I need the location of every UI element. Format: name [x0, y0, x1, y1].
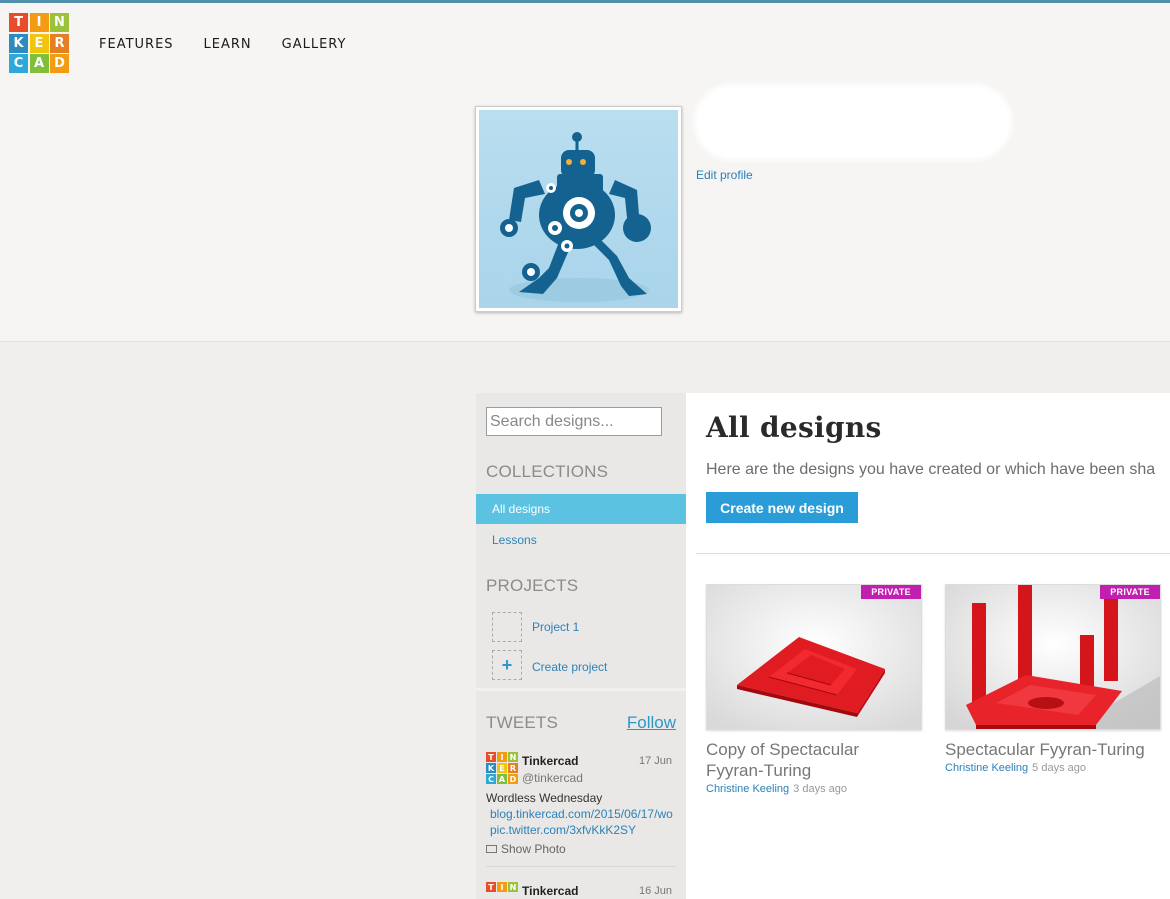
collection-lessons[interactable]: Lessons — [476, 525, 686, 555]
divider — [696, 553, 1170, 554]
design-title-line: Copy of Spectacular — [706, 740, 860, 759]
tweet-avatar-logo: TIN KER CAD — [486, 752, 518, 784]
create-project-button[interactable]: + Create project — [492, 650, 607, 680]
project-label: Project 1 — [532, 620, 580, 634]
logo-letter: K — [9, 33, 28, 53]
tweet-pic-link[interactable]: pic.twitter.com/3xfvKkK2SY — [490, 823, 636, 837]
collections-title: COLLECTIONS — [486, 462, 609, 481]
page-description: Here are the designs you have created or… — [706, 461, 1156, 478]
author-link[interactable]: Christine Keeling — [945, 762, 1028, 774]
sidebar: COLLECTIONS All designs Lessons PROJECTS… — [476, 393, 686, 899]
design-age: 3 days ago — [793, 783, 847, 795]
create-new-design-button[interactable]: Create new design — [706, 492, 858, 523]
design-title[interactable]: Spectacular Fyyran-Turing — [945, 739, 1145, 760]
project-item[interactable]: Project 1 — [492, 612, 579, 642]
tinkercad-logo[interactable]: T I N K E R C A D — [9, 13, 69, 73]
nav-learn[interactable]: LEARN — [204, 37, 252, 52]
profile-name-blurred — [694, 84, 1012, 160]
profile-avatar[interactable] — [475, 106, 682, 312]
page-title: All designs — [706, 411, 882, 444]
show-photo-button[interactable]: Show Photo — [486, 842, 566, 856]
logo-letter: C — [9, 54, 28, 73]
private-badge: PRIVATE — [861, 585, 921, 599]
design-age: 5 days ago — [1032, 762, 1086, 774]
logo-letter: E — [29, 33, 49, 53]
tweet-author[interactable]: Tinkercad — [522, 884, 578, 898]
tweet-text: Wordless Wednesday — [486, 791, 603, 805]
private-badge: PRIVATE — [1100, 585, 1160, 599]
logo-letter: R — [50, 33, 69, 53]
design-title[interactable]: Copy of Spectacular Fyyran-Turing — [706, 739, 859, 781]
design-thumbnail — [946, 585, 1160, 729]
nav-gallery[interactable]: GALLERY — [282, 37, 347, 52]
logo-letter: T — [9, 13, 28, 32]
robot-avatar-image — [479, 110, 678, 308]
show-photo-label: Show Photo — [501, 842, 566, 856]
edit-profile-link[interactable]: Edit profile — [696, 168, 753, 182]
tweet-date: 16 Jun — [638, 885, 672, 897]
design-thumbnail — [707, 585, 921, 729]
design-card[interactable]: PRIVATE — [706, 584, 922, 730]
tweet-divider — [486, 866, 676, 867]
design-meta: Christine Keeling 5 days ago — [945, 762, 1086, 774]
designs-panel: All designs Here are the designs you hav… — [686, 393, 1170, 899]
logo-letter: I — [29, 13, 49, 32]
logo-letter: A — [29, 54, 49, 73]
create-project-label: Create project — [532, 660, 608, 674]
tweet-avatar-logo: TIN — [486, 882, 518, 899]
design-card[interactable]: PRIVATE — [945, 584, 1161, 730]
design-title-line: Fyyran-Turing — [706, 761, 812, 780]
design-meta: Christine Keeling 3 days ago — [706, 783, 847, 795]
tweet-date: 17 Jun — [638, 755, 672, 767]
search-designs-input[interactable] — [486, 407, 662, 436]
project-folder-icon — [492, 612, 522, 642]
photo-icon — [486, 845, 497, 853]
collection-all-designs[interactable]: All designs — [476, 494, 686, 524]
robot-icon — [500, 132, 651, 302]
tweets-section: TWEETS Follow TIN KER CAD Tinkercad @tin… — [476, 688, 686, 899]
plus-icon: + — [492, 650, 522, 680]
tweet-handle: @tinkercad — [522, 771, 583, 785]
logo-letter: D — [50, 54, 69, 73]
nav-features[interactable]: FEATURES — [99, 37, 174, 52]
tweet-link[interactable]: blog.tinkercad.com/2015/06/17/wo — [490, 807, 673, 821]
tweet-author[interactable]: Tinkercad — [522, 754, 578, 768]
main-nav: FEATURES LEARN GALLERY — [99, 37, 346, 52]
tweets-title: TWEETS — [486, 713, 559, 732]
logo-letter: N — [50, 13, 69, 32]
follow-button[interactable]: Follow — [627, 713, 676, 733]
projects-title: PROJECTS — [486, 576, 579, 595]
author-link[interactable]: Christine Keeling — [706, 783, 789, 795]
